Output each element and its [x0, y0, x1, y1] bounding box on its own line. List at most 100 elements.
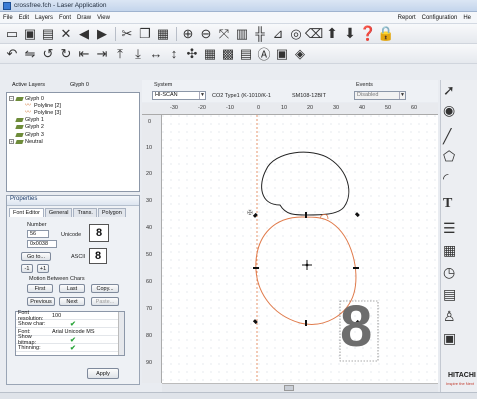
open-file-icon[interactable]: ▣ [22, 26, 38, 42]
image-icon[interactable]: ▣ [274, 46, 290, 62]
menu-font[interactable]: Font [59, 15, 71, 21]
menu-configuration[interactable]: Configuration [422, 15, 458, 21]
decrement-button[interactable]: -1 [21, 264, 33, 273]
hex-field[interactable]: 0x0038 [27, 240, 57, 248]
grid-background [162, 115, 438, 383]
measure-icon[interactable]: ⊿ [270, 26, 286, 42]
tree-item[interactable]: + Neutral [9, 138, 137, 145]
node-tool-icon[interactable]: ◉ [443, 102, 455, 119]
zoom-out-icon[interactable]: ⊖ [198, 26, 214, 42]
mode-select[interactable]: HI-SCAN ▼ [152, 91, 206, 100]
scroll-thumb[interactable] [284, 385, 294, 391]
text-frame-icon[interactable]: ▤ [238, 46, 254, 62]
goto-button[interactable]: Go to... [21, 252, 51, 261]
next-button[interactable]: Next [59, 297, 85, 306]
tab-general[interactable]: General [44, 208, 73, 217]
previous-button[interactable]: Previous [27, 297, 55, 306]
building-icon[interactable]: ▩ [220, 46, 236, 62]
align-bottom-icon[interactable]: ⤓ [130, 46, 146, 62]
menu-file[interactable]: File [3, 15, 13, 21]
layer-tree[interactable]: − Glyph 0 〰 Polyline [2] 〰 Polyline [3] … [6, 92, 140, 192]
copy-icon[interactable]: ❐ [137, 26, 153, 42]
tree-item[interactable]: Glyph 1 [9, 117, 137, 124]
rotate-left-icon[interactable]: ↶ [4, 46, 20, 62]
spacing-h-icon[interactable]: ↔ [148, 46, 164, 62]
tools-icon[interactable]: ✕ [58, 26, 74, 42]
checkmark-icon[interactable]: ✔ [68, 344, 76, 352]
tree-item[interactable]: Glyph 3 [9, 131, 137, 138]
horizontal-scrollbar[interactable] [162, 383, 438, 392]
events-select[interactable]: Disabled ▼ [354, 91, 406, 100]
tab-font-editor[interactable]: Font Editor [9, 208, 44, 217]
canvas-drawing[interactable]: ✠ [162, 115, 438, 383]
tree-item[interactable]: − Glyph 0 [9, 95, 137, 102]
property-row[interactable]: Show char: ✔ [16, 320, 124, 328]
text-a-icon[interactable]: Ⓐ [256, 46, 272, 62]
zoom-fit-icon[interactable]: ⤧ [216, 26, 232, 42]
rotate-mirror-icon[interactable]: ⇋ [22, 46, 38, 62]
align-icon[interactable]: ╬ [252, 26, 268, 42]
menu-edit[interactable]: Edit [19, 15, 29, 21]
menu-help[interactable]: He [463, 15, 471, 21]
tab-trans[interactable]: Trans. [73, 208, 97, 217]
menu-report[interactable]: Report [398, 15, 416, 21]
copy-button[interactable]: Copy... [91, 284, 119, 293]
move-right-icon[interactable]: ⇥ [94, 46, 110, 62]
tree-item[interactable]: 〰 Polyline [3] [9, 109, 137, 116]
arrow-up-icon[interactable]: ⬆ [324, 25, 340, 42]
first-button[interactable]: First [27, 284, 53, 293]
layer-icon[interactable]: ◈ [292, 46, 308, 62]
property-grid[interactable]: Font resolution: 100 Show char: ✔ Font: … [15, 310, 125, 356]
checkmark-icon[interactable]: ✔ [68, 320, 76, 328]
eraser-icon[interactable]: ⌫ [305, 26, 323, 42]
property-row[interactable]: Thinning: ✔ [16, 344, 124, 352]
menu-draw[interactable]: Draw [77, 15, 91, 21]
increment-button[interactable]: +1 [37, 264, 49, 273]
grid-scrollbar[interactable] [118, 312, 124, 355]
counter-tool-icon[interactable]: ▤ [443, 286, 456, 303]
view-icon[interactable]: ◎ [288, 26, 304, 42]
help-icon[interactable]: ❓ [359, 25, 376, 42]
rotate-ccw-icon[interactable]: ↺ [40, 46, 56, 62]
move-left-icon[interactable]: ⇤ [76, 46, 92, 62]
redo-icon[interactable]: ▶ [94, 26, 110, 42]
table-tool-icon[interactable]: ▦ [443, 242, 456, 259]
expand-icon[interactable]: + [9, 139, 14, 145]
zoom-in-icon[interactable]: ⊕ [180, 26, 196, 42]
image-tool-icon[interactable]: ▣ [443, 330, 456, 347]
last-button[interactable]: Last [59, 284, 85, 293]
design-canvas[interactable]: ✠ 8 [162, 115, 438, 383]
pointer-tool-icon[interactable]: ➚ [443, 82, 455, 99]
spacing-v-icon[interactable]: ↕ [166, 46, 182, 62]
menu-layers[interactable]: Layers [35, 15, 53, 21]
paste-icon[interactable]: ▦ [155, 26, 171, 42]
menu-view[interactable]: View [97, 15, 110, 21]
glyph-icon [16, 132, 23, 138]
clock-tool-icon[interactable]: ◷ [443, 264, 455, 281]
save-icon[interactable]: ▤ [40, 26, 56, 42]
arc-tool-icon[interactable]: ◜ [443, 170, 448, 187]
grid-icon[interactable]: ▦ [202, 46, 218, 62]
tree-item[interactable]: Glyph 2 [9, 124, 137, 131]
stamp-tool-icon[interactable]: ♙ [443, 308, 456, 325]
arrow-down-icon[interactable]: ⬇ [342, 25, 358, 42]
distribute-icon[interactable]: ✣ [184, 46, 200, 62]
new-file-icon[interactable]: ▭ [4, 26, 20, 42]
text-tool-icon[interactable]: T [443, 196, 452, 212]
apply-button[interactable]: Apply [87, 368, 119, 379]
polygon-tool-icon[interactable]: ⬠ [443, 148, 455, 165]
undo-icon[interactable]: ◀ [76, 26, 92, 42]
checkmark-icon[interactable]: ✔ [68, 336, 76, 344]
collapse-icon[interactable]: − [9, 96, 14, 102]
rotate-cw-icon[interactable]: ↻ [58, 46, 74, 62]
barcode-tool-icon[interactable]: ☰ [443, 220, 456, 237]
cut-icon[interactable]: ✂ [119, 26, 135, 42]
print-icon[interactable]: ▥ [234, 26, 250, 42]
line-tool-icon[interactable]: ╱ [443, 128, 451, 145]
tree-item[interactable]: 〰 Polyline [2] [9, 102, 137, 109]
number-field[interactable]: 56 [27, 230, 49, 238]
align-top-icon[interactable]: ⤒ [112, 46, 128, 62]
lock-icon[interactable]: 🔒 [377, 25, 394, 42]
tab-polygon[interactable]: Polygon [97, 208, 126, 217]
paste-button[interactable]: Paste... [91, 297, 119, 306]
